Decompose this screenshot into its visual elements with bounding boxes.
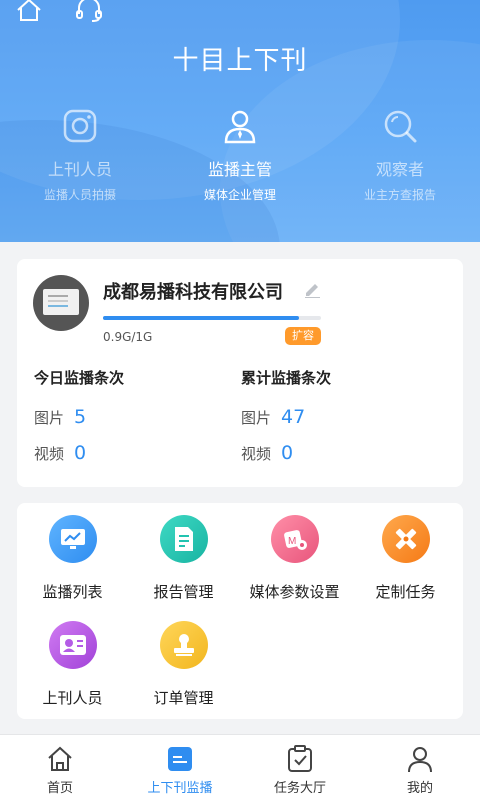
nav-label: 我的 [406,781,433,796]
storage-progress-fill [103,316,300,320]
camera-icon [62,108,98,144]
nav-home[interactable]: 首页 [0,735,120,800]
storage-usage: 0.9G/1G [103,330,153,344]
role-subtitle: 监播人员拍摄 [43,188,116,202]
edit-pencil-icon[interactable] [303,280,321,299]
company-name: 成都易播科技有限公司 [103,282,283,303]
stat-row-images[interactable]: 图片 5 [34,406,124,428]
company-card: 成都易播科技有限公司 0.9G/1G 扩容 今日监播条次 图片 5 视频 0 累… [17,259,463,487]
bottom-navigation: 首页 上下刊监播 任务大厅 我的 [0,734,480,800]
menu-label: 订单管理 [153,689,214,707]
menu-item-monitor-list[interactable]: 监播列表 [17,515,128,621]
role-switcher: 上刊人员 监播人员拍摄 监播主管 媒体企业管理 观察者 业主方查报告 [0,108,480,203]
report-document-icon [159,515,208,563]
nav-profile[interactable]: 我的 [360,735,480,800]
feature-grid: 监播列表 报告管理 M 媒体参数设置 定制任务 上刊人员 订单管理 [17,515,463,727]
menu-item-custom-task[interactable]: 定制任务 [350,515,461,621]
custom-task-icon [381,515,430,563]
menu-label: 报告管理 [153,583,214,601]
menu-label: 监播列表 [42,583,103,601]
storage-progress-bar [103,316,321,320]
media-settings-icon: M [270,515,319,563]
stat-title: 今日监播条次 [34,369,125,387]
top-icon-bar [14,0,104,22]
header-banner: 十目上下刊 上刊人员 监播人员拍摄 监播主管 媒体企业管理 观察者 业主方查报告 [0,0,480,242]
menu-label: 媒体参数设置 [249,583,340,601]
role-tab-supervisor[interactable]: 监播主管 媒体企业管理 [160,108,320,203]
role-tab-observer[interactable]: 观察者 业主方查报告 [320,108,480,203]
document-thumbnail-icon [43,289,79,315]
headset-icon[interactable] [74,0,104,22]
menu-label: 定制任务 [375,583,436,601]
role-tab-uploader[interactable]: 上刊人员 监播人员拍摄 [0,108,160,203]
stat-label: 视频 [34,445,65,463]
menu-item-report-management[interactable]: 报告管理 [128,515,239,621]
company-avatar[interactable] [33,275,89,331]
task-hall-icon [286,745,314,773]
stat-value: 5 [74,406,87,428]
role-name: 监播主管 [207,160,272,179]
total-stats: 累计监播条次 图片 47 视频 0 [241,367,331,464]
nav-label: 上下刊监播 [147,781,213,796]
stat-value: 0 [74,442,87,464]
stat-row-videos[interactable]: 视频 0 [34,442,124,464]
supervisor-icon [222,108,258,144]
role-name: 上刊人员 [47,160,112,179]
stat-row-videos[interactable]: 视频 0 [241,442,331,464]
expand-storage-button[interactable]: 扩容 [285,327,321,345]
svg-text:M: M [288,536,296,547]
stat-label: 视频 [241,445,272,463]
monitor-chart-icon [48,515,97,563]
search-icon [382,108,418,144]
nav-task-hall[interactable]: 任务大厅 [240,735,360,800]
stat-label: 图片 [241,409,272,427]
menu-item-order-management[interactable]: 订单管理 [128,621,239,727]
role-subtitle: 媒体企业管理 [203,188,276,202]
nav-label: 任务大厅 [273,781,326,796]
app-title: 十目上下刊 [172,46,308,76]
home-icon [46,745,74,773]
today-stats: 今日监播条次 图片 5 视频 0 [34,367,124,464]
stat-value: 47 [281,406,306,428]
profile-icon [406,745,434,773]
feature-menu-card: 监播列表 报告管理 M 媒体参数设置 定制任务 上刊人员 订单管理 [17,503,463,719]
staff-card-icon [48,621,97,669]
stat-title: 累计监播条次 [241,369,332,387]
order-stamp-icon [159,621,208,669]
role-name: 观察者 [375,160,424,179]
role-subtitle: 业主方查报告 [363,188,436,202]
stat-row-images[interactable]: 图片 47 [241,406,331,428]
home-icon[interactable] [14,0,44,22]
stat-label: 图片 [34,409,65,427]
menu-item-staff[interactable]: 上刊人员 [17,621,128,727]
stat-value: 0 [281,442,294,464]
menu-label: 上刊人员 [42,689,103,707]
menu-item-media-settings[interactable]: M 媒体参数设置 [239,515,350,621]
monitor-icon [166,745,194,773]
nav-monitor[interactable]: 上下刊监播 [120,735,240,800]
nav-label: 首页 [46,781,73,796]
